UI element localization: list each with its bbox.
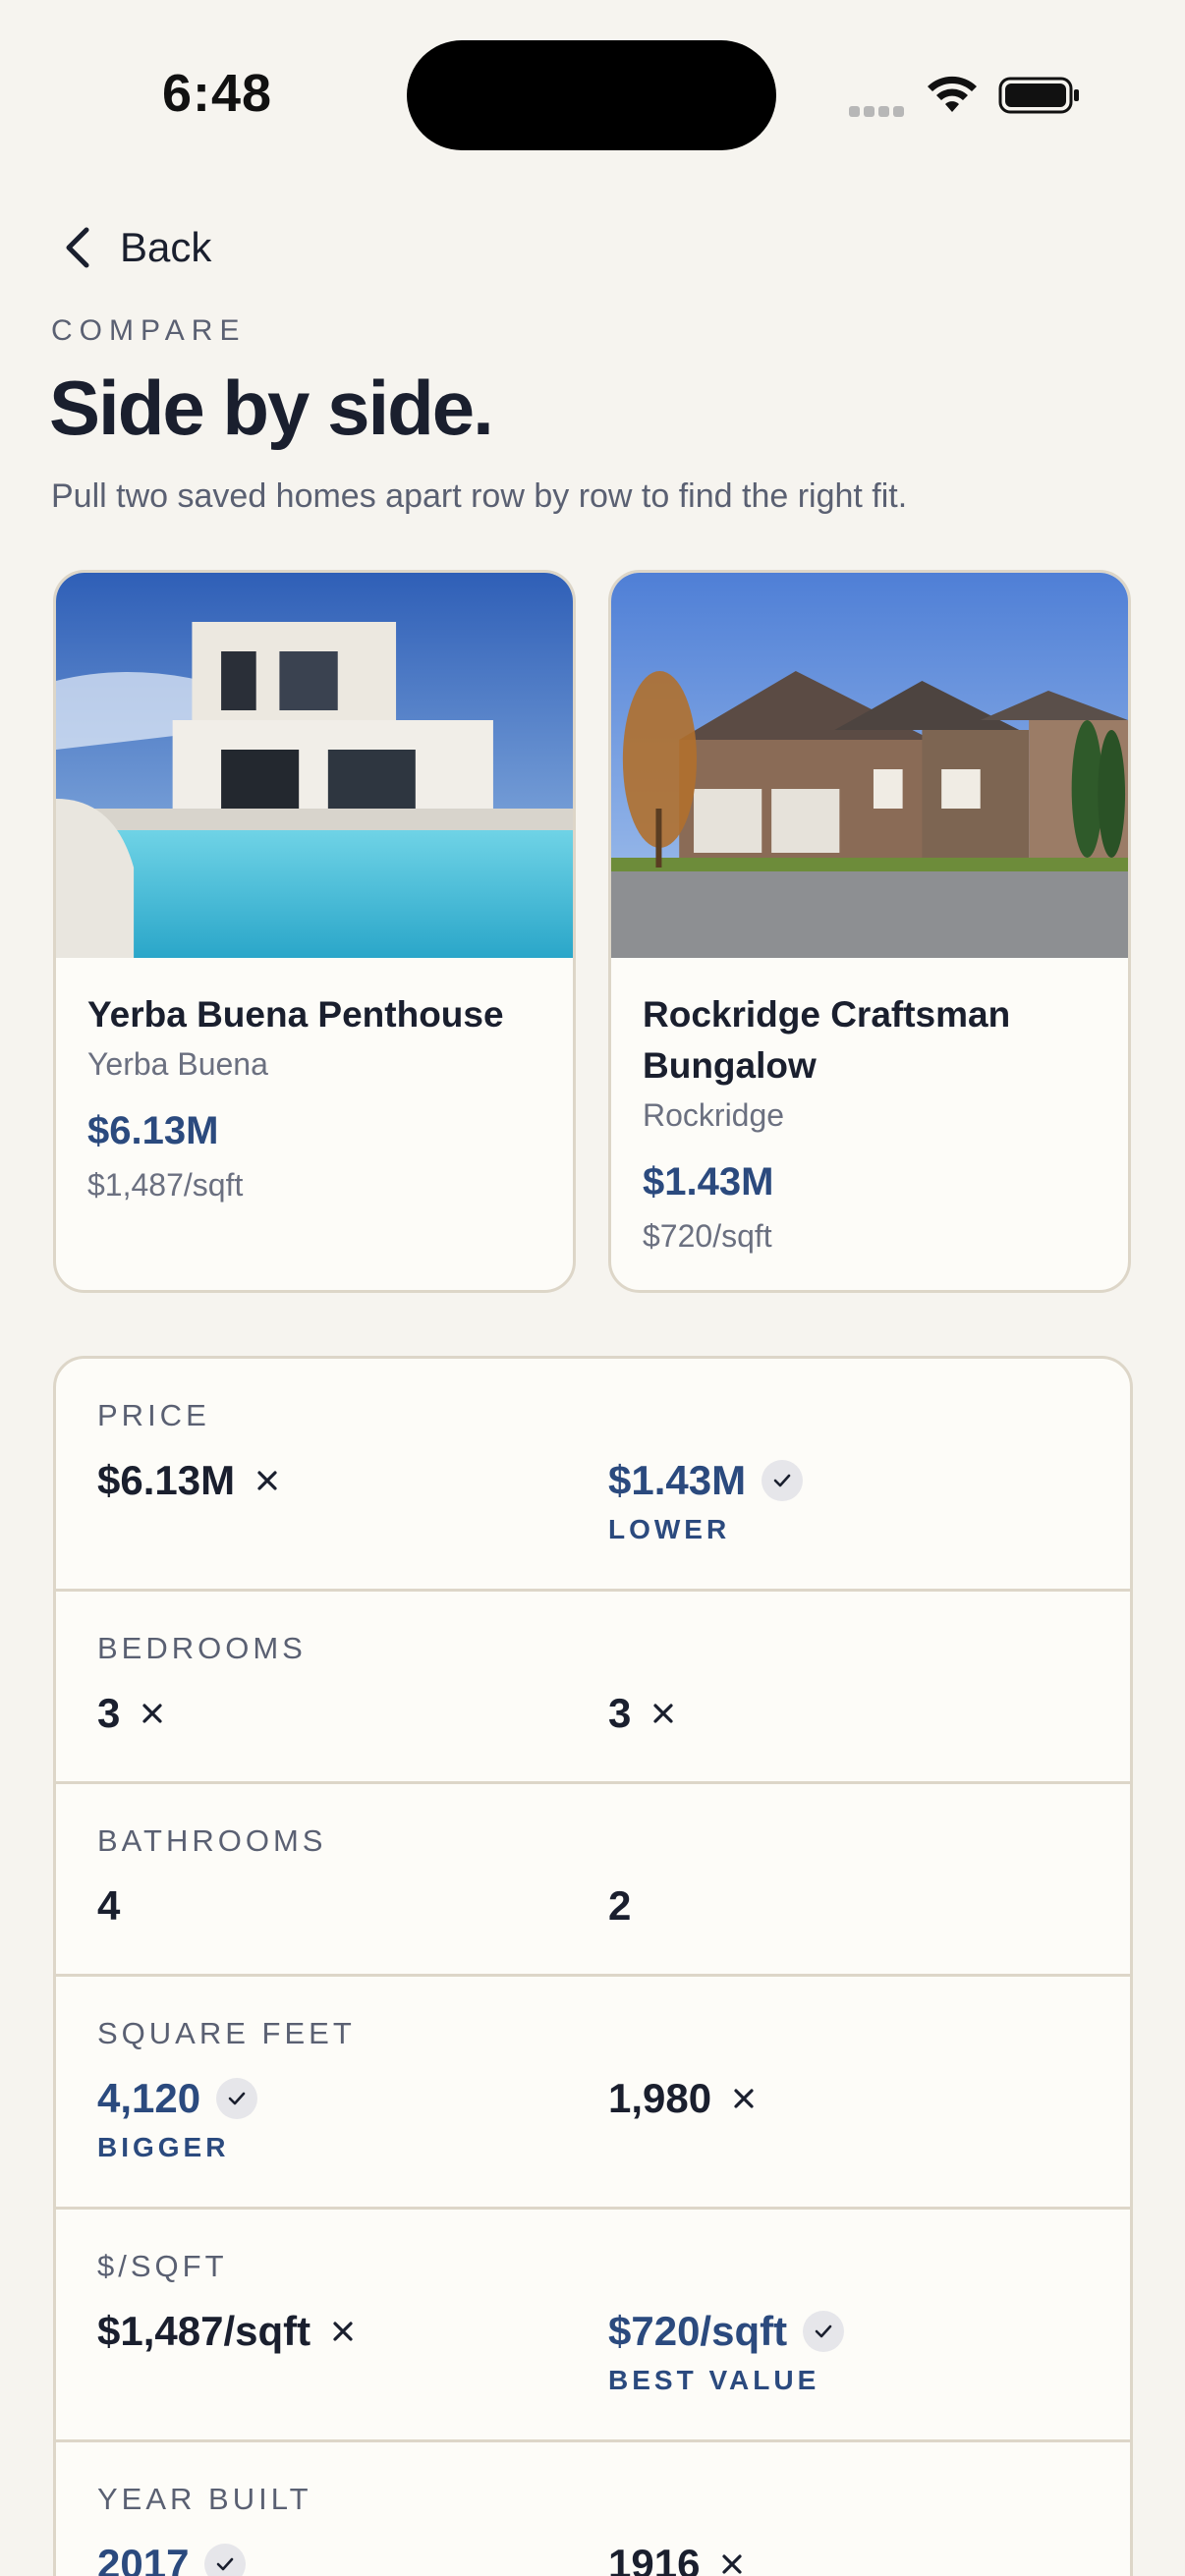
compare-cell-b: 3 [608, 1686, 676, 1741]
chevron-left-icon [66, 227, 89, 268]
section-eyebrow: COMPARE [51, 314, 247, 347]
home-price: $6.13M [87, 1109, 219, 1152]
home-photo [611, 573, 1128, 958]
compare-cell-a: $1,487/sqft [97, 2304, 356, 2359]
home-neighborhood: Yerba Buena [87, 1046, 268, 1082]
compare-value: 2017 [97, 2541, 190, 2576]
compare-row: BATHROOMS 4 2 [56, 1784, 1130, 1977]
compare-value: $1.43M [608, 1457, 747, 1503]
compare-cell-a: $6.13M [97, 1453, 280, 1508]
back-button[interactable]: Back [61, 216, 257, 279]
page-subtitle: Pull two saved homes apart row by row to… [51, 477, 908, 515]
compare-value: 1916 [608, 2541, 701, 2576]
home-neighborhood: Rockridge [643, 1097, 785, 1133]
home-name: Rockridge Craftsman Bungalow [643, 994, 1011, 1086]
check-icon [762, 1460, 804, 1501]
compare-cell-b: $1.43M LOWER [608, 1453, 804, 1545]
home-price: $1.43M [643, 1160, 774, 1204]
compare-cell-a: 4,120 BIGGER [97, 2071, 258, 2163]
home-photo [56, 573, 573, 958]
home-price-per-sqft: $1,487/sqft [87, 1167, 244, 1203]
compare-cell-b: $720/sqft BEST VALUE [608, 2304, 845, 2396]
compare-row-label: BEDROOMS [97, 1631, 307, 1665]
compare-value: $6.13M [97, 1457, 236, 1503]
compare-cell-a: 2017 [97, 2537, 247, 2576]
home-card[interactable]: Rockridge Craftsman Bungalow Rockridge $… [608, 570, 1131, 1293]
home-price-per-sqft: $720/sqft [643, 1218, 772, 1254]
compare-row-label: YEAR BUILT [97, 2482, 312, 2516]
home-card[interactable]: Yerba Buena Penthouse Yerba Buena $6.13M… [53, 570, 576, 1293]
compare-cell-b: 1,980 [608, 2071, 757, 2126]
compare-value: 2 [608, 1882, 632, 1929]
wifi-icon [928, 76, 977, 112]
compare-value: 1,980 [608, 2075, 712, 2121]
dynamic-island [407, 40, 776, 150]
battery-icon [998, 77, 1079, 114]
compare-cell-a: 4 [97, 1878, 120, 1933]
status-bar: 6:48 [0, 0, 1185, 150]
page-title: Side by side. [49, 364, 494, 451]
compare-row-label: $/SQFT [97, 2249, 228, 2283]
compare-row: $/SQFT $1,487/sqft $720/sqft BEST VALUE [56, 2210, 1130, 2442]
x-icon[interactable] [719, 2551, 745, 2576]
compare-cell-b: 1916 [608, 2537, 745, 2576]
x-icon[interactable] [330, 2319, 356, 2344]
check-icon [204, 2544, 247, 2576]
x-icon[interactable] [254, 1468, 280, 1493]
status-time: 6:48 [162, 64, 273, 123]
compare-row: PRICE $6.13M $1.43M LOWER [56, 1359, 1130, 1592]
compare-value: 4 [97, 1882, 121, 1929]
compare-table: PRICE $6.13M $1.43M LOWER BEDROOMS 3 3 BATHROOM… [53, 1356, 1133, 2576]
x-icon[interactable] [731, 2086, 757, 2111]
compare-row: SQUARE FEET 4,120 BIGGER 1,980 [56, 1977, 1130, 2210]
compare-row: YEAR BUILT 2017 1916 [56, 2442, 1130, 2576]
compare-screen: 6:48 Back COMPARE Side by side. Pull two… [0, 0, 1185, 2576]
check-icon [803, 2311, 845, 2352]
compare-value: 3 [608, 1690, 632, 1736]
compare-row-label: SQUARE FEET [97, 2016, 356, 2050]
compare-value: $1,487/sqft [97, 2308, 311, 2354]
winner-tag: BEST VALUE [608, 2365, 820, 2395]
compare-value: 3 [97, 1690, 121, 1736]
compare-row-label: BATHROOMS [97, 1823, 327, 1858]
check-icon [216, 2078, 258, 2119]
cellular-signal-icon [849, 104, 908, 118]
x-icon[interactable] [650, 1701, 676, 1726]
compare-cell-a: 3 [97, 1686, 165, 1741]
compare-cell-b: 2 [608, 1878, 631, 1933]
x-icon[interactable] [140, 1701, 165, 1726]
compare-row-label: PRICE [97, 1398, 210, 1432]
compare-value: 4,120 [97, 2075, 201, 2121]
back-label: Back [120, 224, 212, 270]
home-name: Yerba Buena Penthouse [87, 994, 504, 1035]
winner-tag: BIGGER [97, 2132, 230, 2162]
compare-value: $720/sqft [608, 2308, 788, 2354]
compare-row: BEDROOMS 3 3 [56, 1592, 1130, 1784]
winner-tag: LOWER [608, 1514, 731, 1544]
